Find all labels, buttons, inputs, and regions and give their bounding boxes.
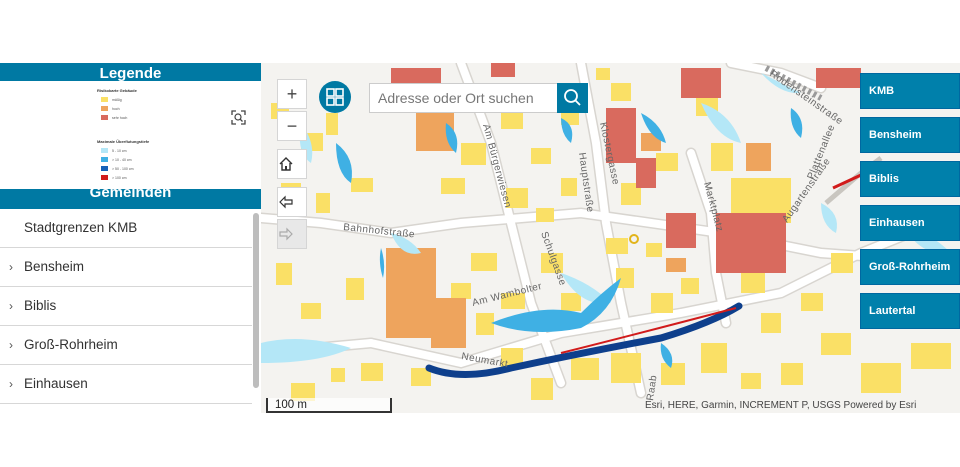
legend-swatch-high	[101, 106, 108, 111]
legend-swatch-medium	[101, 97, 108, 102]
expand-legend-icon[interactable]	[231, 110, 246, 125]
legend-swatch-100	[101, 175, 108, 180]
legend-label-10-40: > 10 - 40 cm	[112, 158, 132, 162]
map-view[interactable]: Bahnhofstraße Am Bürgerwiesen Hauptstraß…	[261, 63, 960, 413]
street-label: Raab	[645, 374, 659, 401]
next-extent-button[interactable]	[277, 219, 307, 249]
legend-swatch-50-100	[101, 166, 108, 171]
legend-swatch-5-10	[101, 148, 108, 153]
layer-item-label: Bensheim	[24, 259, 85, 274]
arrow-right-icon	[279, 227, 293, 241]
legend-header[interactable]: Legende	[0, 63, 261, 81]
layer-item-label: Stadtgrenzen KMB	[24, 220, 138, 235]
chevron-right-icon[interactable]: ›	[9, 260, 13, 274]
layers-header[interactable]: Gemeinden	[0, 189, 261, 209]
home-icon	[279, 157, 293, 171]
poi-marker	[629, 234, 639, 244]
side-panel: Legende Risikokarte Gebäude mäßig hoch s…	[0, 63, 261, 413]
zoom-in-button[interactable]: +	[277, 79, 307, 109]
layer-list-scrollbar[interactable]	[253, 213, 259, 388]
chevron-right-icon[interactable]: ›	[9, 299, 13, 313]
legend-swatch-very-high	[101, 115, 108, 120]
legend-label-very-high: sehr hoch	[112, 116, 128, 120]
attribution[interactable]: Esri, HERE, Garmin, INCREMENT P, USGS Po…	[645, 399, 960, 413]
depth-legend-title: Maximale Überflutungstiefe	[97, 139, 150, 144]
street-label: Hauptstraße	[576, 152, 595, 213]
street-label: Bahnhofstraße	[343, 222, 416, 240]
layer-item-einhausen[interactable]: › Einhausen	[0, 365, 252, 404]
search-box	[369, 83, 560, 113]
risk-legend-title: Risikokarte Gebäude	[97, 88, 137, 93]
city-button-bensheim[interactable]: Bensheim	[860, 117, 960, 153]
grid-icon	[326, 88, 344, 106]
layer-item-bensheim[interactable]: › Bensheim	[0, 248, 252, 287]
city-button-gross-rohrheim[interactable]: Groß-Rohrheim	[860, 249, 960, 285]
city-button-lautertal[interactable]: Lautertal	[860, 293, 960, 329]
layer-item-gross-rohrheim[interactable]: › Groß-Rohrheim	[0, 326, 252, 365]
layer-item-label: Groß-Rohrheim	[24, 337, 118, 352]
basemap: Bahnhofstraße Am Bürgerwiesen Hauptstraß…	[261, 63, 960, 401]
legend-label-medium: mäßig	[112, 98, 122, 102]
layer-item-label: Einhausen	[24, 376, 88, 391]
layer-item-biblis[interactable]: › Biblis	[0, 287, 252, 326]
street-label: Am Bürgerwiesen	[480, 123, 513, 209]
city-button-einhausen[interactable]: Einhausen	[860, 205, 960, 241]
search-input[interactable]	[370, 84, 559, 112]
basemap-gallery-button[interactable]	[319, 81, 351, 113]
city-button-biblis[interactable]: Biblis	[860, 161, 960, 197]
search-icon	[564, 89, 581, 106]
chevron-right-icon[interactable]: ›	[9, 377, 13, 391]
zoom-out-button[interactable]: −	[277, 111, 307, 141]
layer-list: Stadtgrenzen KMB › Bensheim › Biblis › G…	[0, 209, 252, 413]
app: Legende Risikokarte Gebäude mäßig hoch s…	[0, 0, 960, 467]
previous-extent-button[interactable]	[277, 187, 307, 217]
legend-label-50-100: > 50 - 100 cm	[112, 167, 134, 171]
scale-bar: 100 m	[266, 398, 392, 413]
city-button-kmb[interactable]: KMB	[860, 73, 960, 109]
home-button[interactable]	[277, 149, 307, 179]
legend-label-high: hoch	[112, 107, 120, 111]
layer-item-label: Biblis	[24, 298, 57, 313]
legend-panel: Risikokarte Gebäude mäßig hoch sehr hoch…	[0, 81, 258, 189]
arrow-left-icon	[279, 195, 293, 209]
legend-label-100: > 100 cm	[112, 176, 127, 180]
legend-label-5-10: 5 - 10 cm	[112, 149, 127, 153]
chevron-right-icon[interactable]: ›	[9, 338, 13, 352]
search-button[interactable]	[557, 83, 588, 113]
layer-item-stadtgrenzen-kmb[interactable]: Stadtgrenzen KMB	[0, 209, 252, 248]
legend-swatch-10-40	[101, 157, 108, 162]
